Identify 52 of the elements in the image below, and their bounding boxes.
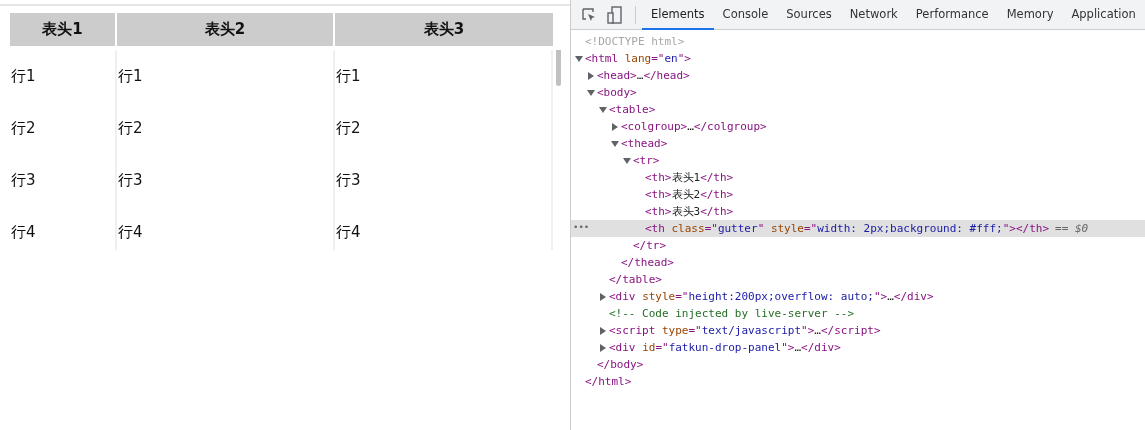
expand-arrow-icon[interactable] <box>599 105 607 114</box>
dom-node-line[interactable]: </html> <box>585 373 632 390</box>
table-cell: 行3 <box>335 154 553 206</box>
table-cell: 行1 <box>117 50 335 102</box>
panel-tab[interactable]: Memory <box>997 0 1063 30</box>
dom-node-line[interactable]: </tr> <box>633 237 667 254</box>
dom-node-line[interactable]: <thead> <box>621 135 668 152</box>
inspect-icon[interactable] <box>581 6 597 23</box>
dom-node-line[interactable]: <script type="text/javascript">…</script> <box>609 322 881 339</box>
scrollbar-thumb[interactable] <box>555 50 561 86</box>
dom-node-line[interactable]: <head>…</head> <box>597 67 690 84</box>
table-cell: 行1 <box>335 50 553 102</box>
dom-node-line[interactable]: <div id="fatkun-drop-panel">…</div> <box>609 339 841 356</box>
column-header: 表头2 <box>117 13 333 46</box>
dom-node-line[interactable]: <colgroup>…</colgroup> <box>621 118 767 135</box>
column-header: 表头1 <box>10 13 115 46</box>
table-cell: 行4 <box>10 206 117 250</box>
expand-arrow-icon[interactable] <box>587 88 595 97</box>
expand-arrow-icon[interactable] <box>611 139 619 148</box>
table-cell: 行2 <box>117 102 335 154</box>
dom-node-line[interactable]: <th>表头2</th> <box>645 186 734 203</box>
table-cell: 行3 <box>10 154 117 206</box>
dom-node-line[interactable]: </table> <box>609 271 662 288</box>
panel-tab[interactable]: Application <box>1062 0 1145 30</box>
table-cell: 行4 <box>335 206 553 250</box>
dom-node-line[interactable]: <th>表头3</th> <box>645 203 734 220</box>
dom-node-line[interactable]: <tr> <box>633 152 660 169</box>
expand-arrow-icon[interactable] <box>623 156 631 165</box>
dom-node-line[interactable]: <th class="gutter" style="width: 2px;background: #fff;"></th> <box>645 220 1050 237</box>
panel-tab[interactable]: Network <box>840 0 907 30</box>
dom-node-line[interactable]: <table> <box>609 101 656 118</box>
dom-node-line[interactable]: <!-- Code injected by live-server --> <box>609 305 855 322</box>
table-cell: 行4 <box>117 206 335 250</box>
dom-node-line[interactable]: </thead> <box>621 254 674 271</box>
more-icon[interactable]: ••• <box>573 220 590 235</box>
dom-node-line[interactable]: <div style="height:200px;overflow: auto;">…</div> <box>609 288 934 305</box>
table-cell: 行1 <box>10 50 117 102</box>
panel-tab[interactable]: Elements <box>642 0 714 30</box>
panel-tab[interactable]: Sources <box>777 0 841 30</box>
table-cell: 行2 <box>335 102 553 154</box>
selected-node-marker: == $0 <box>1055 222 1089 235</box>
expand-arrow-icon[interactable] <box>575 54 583 63</box>
dom-node-line[interactable]: <html lang="en"> <box>585 50 691 67</box>
panel-tab[interactable]: Console <box>713 0 778 30</box>
panel-tab[interactable]: Performance <box>906 0 998 30</box>
table-cell: 行2 <box>10 102 117 154</box>
column-header: 表头3 <box>335 13 553 46</box>
dom-node-line[interactable]: <body> <box>597 84 637 101</box>
dom-node-line[interactable]: <th>表头1</th> <box>645 169 734 186</box>
device-toolbar-icon[interactable] <box>607 5 623 24</box>
table-cell: 行3 <box>117 154 335 206</box>
dom-node-line[interactable]: </body> <box>597 356 644 373</box>
